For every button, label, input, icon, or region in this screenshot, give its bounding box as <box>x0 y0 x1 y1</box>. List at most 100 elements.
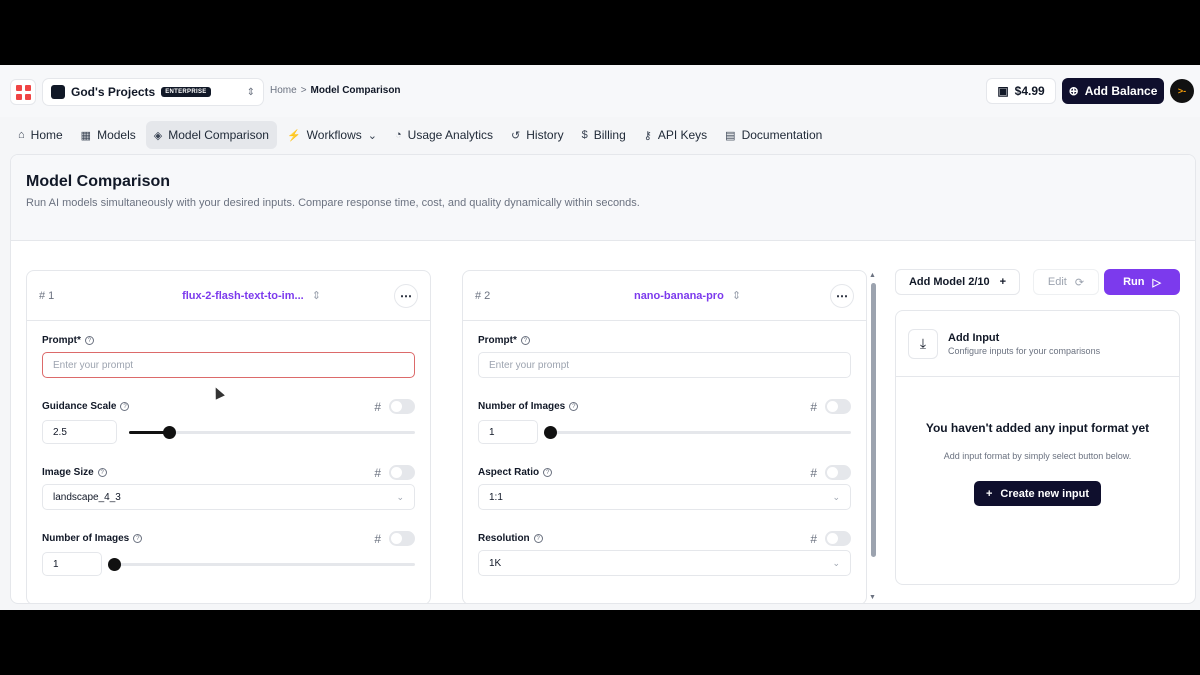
balance-amount: $4.99 <box>1014 84 1045 98</box>
info-icon: ? <box>120 402 130 411</box>
resolution-field: Resolution? # 1K ⌄ <box>478 531 851 576</box>
refresh-icon: ⟳ <box>1074 276 1085 289</box>
key-icon: ⚷ <box>643 129 652 142</box>
model-selector[interactable]: flux-2-flash-text-to-im... ⇕ <box>129 289 374 302</box>
nav-label: Billing <box>593 128 626 142</box>
create-new-input-button[interactable]: + Create new input <box>974 481 1101 506</box>
model-selector[interactable]: nano-banana-pro ⇕ <box>565 289 810 302</box>
plus-icon: + <box>985 487 993 500</box>
num-images-input[interactable]: 1 <box>478 420 538 444</box>
add-model-button[interactable]: Add Model 2/10 + <box>895 269 1020 295</box>
parameter-toggle: # <box>374 531 415 546</box>
hash-icon: # <box>374 465 381 480</box>
slider-handle[interactable] <box>163 425 177 439</box>
chevron-down-icon: ⌄ <box>832 557 840 568</box>
toggle-switch[interactable] <box>389 531 415 546</box>
resolution-select[interactable]: 1K ⌄ <box>478 550 851 576</box>
page-subtitle: Run AI models simultaneously with your d… <box>26 197 640 209</box>
plus-icon: + <box>999 276 1007 288</box>
toggle-switch[interactable] <box>389 399 415 414</box>
num-images-label: Number of Images <box>478 401 566 412</box>
image-size-label: Image Size <box>42 467 94 478</box>
top-bar: God's Projects ENTERPRISE ⇕ Home > Model… <box>0 65 1200 117</box>
nav-label: History <box>526 128 564 142</box>
input-panel: ⤓ Add Input Configure inputs for your co… <box>895 310 1180 585</box>
parameter-toggle: # <box>810 531 851 546</box>
aspect-ratio-select[interactable]: 1:1 ⌄ <box>478 484 851 510</box>
num-images-slider[interactable] <box>544 425 851 439</box>
create-input-label: Create new input <box>1000 487 1090 500</box>
app-window: God's Projects ENTERPRISE ⇕ Home > Model… <box>0 65 1200 610</box>
nav-label: Documentation <box>741 128 823 142</box>
toggle-switch[interactable] <box>825 531 851 546</box>
wallet-balance[interactable]: ▣ $4.99 <box>986 78 1056 104</box>
field-label: Image Size? <box>42 467 415 478</box>
info-icon: ? <box>569 402 579 411</box>
nav-documentation[interactable]: ▤ Documentation <box>717 121 830 149</box>
resolution-label: Resolution <box>478 533 530 544</box>
info-icon: ? <box>543 468 553 477</box>
input-panel-title: Add Input <box>948 331 1000 344</box>
num-images-slider[interactable] <box>108 557 415 571</box>
edit-button[interactable]: Edit ⟳ <box>1033 269 1099 295</box>
guidance-value-input[interactable]: 2.5 <box>42 420 117 444</box>
more-options-button[interactable]: ⋯ <box>830 283 854 308</box>
nav-models[interactable]: ▦ Models <box>73 121 144 149</box>
prompt-field: Prompt*? Enter your prompt <box>42 335 415 378</box>
nav-api-keys[interactable]: ⚷ API Keys <box>636 121 715 149</box>
toggle-switch[interactable] <box>389 465 415 480</box>
app-logo-icon[interactable] <box>10 79 36 105</box>
hash-icon: # <box>374 531 381 546</box>
play-icon: ▷ <box>1152 276 1161 289</box>
field-label: Number of Images? <box>42 533 415 544</box>
nav-model-comparison[interactable]: ◈ Model Comparison <box>145 121 277 149</box>
run-button[interactable]: Run ▷ <box>1104 269 1180 295</box>
slider-handle[interactable] <box>544 425 557 439</box>
aspect-ratio-field: Aspect Ratio? # 1:1 ⌄ <box>478 465 851 510</box>
slider-row: 1 <box>478 420 851 444</box>
slider-row: 2.5 <box>42 420 415 444</box>
breadcrumb-home[interactable]: Home <box>270 85 297 96</box>
download-icon: ⤓ <box>908 328 938 359</box>
model-panel-2: # 2 nano-banana-pro ⇕ ⋯ Prompt*? Enter yo… <box>462 270 867 603</box>
add-model-label: Add Model 2/10 <box>908 276 990 288</box>
bolt-icon: ⚡ <box>286 129 301 142</box>
home-icon: ⌂ <box>18 129 25 141</box>
nav-workflows[interactable]: ⚡ Workflows ⌄ <box>279 121 385 149</box>
nav-billing[interactable]: $ Billing <box>574 121 634 149</box>
info-icon: ? <box>133 534 143 543</box>
toggle-switch[interactable] <box>825 399 851 414</box>
prompt-input[interactable]: Enter your prompt <box>478 352 851 378</box>
field-label: Resolution? <box>478 533 851 544</box>
slider-handle[interactable] <box>108 557 121 571</box>
field-label: Prompt*? <box>478 335 851 346</box>
scroll-up-arrow-icon[interactable]: ▲ <box>869 272 876 279</box>
empty-state-title: You haven't added any input format yet <box>925 421 1150 435</box>
breadcrumb: Home > Model Comparison <box>270 85 401 96</box>
add-balance-button[interactable]: ⊕ Add Balance <box>1062 78 1164 104</box>
guidance-slider[interactable] <box>129 425 415 439</box>
image-size-select[interactable]: landscape_4_3 ⌄ <box>42 484 415 510</box>
page-header: Model Comparison Run AI models simultane… <box>11 155 1195 241</box>
scroll-down-arrow-icon[interactable]: ▼ <box>869 594 876 601</box>
prompt-input[interactable]: Enter your prompt <box>42 352 415 378</box>
num-images-input[interactable]: 1 <box>42 552 102 576</box>
add-balance-label: Add Balance <box>1084 84 1158 98</box>
info-icon: ? <box>97 468 107 477</box>
grid-icon: ▦ <box>80 129 92 142</box>
nav-usage-analytics[interactable]: ◔ Usage Analytics <box>387 121 501 149</box>
project-selector[interactable]: God's Projects ENTERPRISE ⇕ <box>42 78 264 106</box>
field-label: Guidance Scale? <box>42 401 415 412</box>
analytics-icon: ◔ <box>395 129 402 141</box>
model-name: nano-banana-pro <box>633 290 724 302</box>
nav-home[interactable]: ⌂ Home <box>10 121 71 149</box>
nav-label: Models <box>97 128 136 142</box>
aspect-label: Aspect Ratio <box>478 467 540 478</box>
more-options-button[interactable]: ⋯ <box>394 283 418 308</box>
nav-history[interactable]: ↺ History <box>503 121 572 149</box>
hash-icon: # <box>374 399 381 414</box>
project-name: God's Projects <box>71 85 156 99</box>
toggle-switch[interactable] <box>825 465 851 480</box>
avatar[interactable]: >- <box>1170 79 1194 103</box>
scrollbar-thumb[interactable] <box>871 283 876 557</box>
